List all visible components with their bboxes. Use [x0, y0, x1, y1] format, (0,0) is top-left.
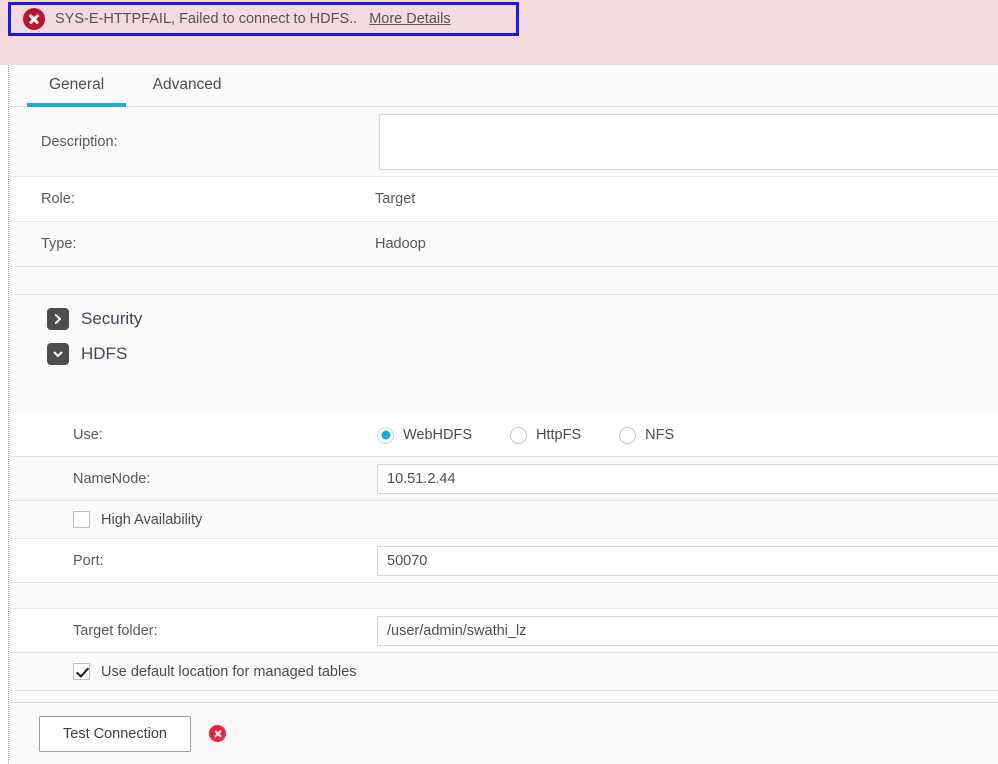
spacer-after-type [9, 267, 998, 295]
radio-dot-webhdfs[interactable] [377, 426, 394, 444]
description-input[interactable] [379, 114, 998, 170]
radio-label-httpfs: HttpFS [536, 427, 582, 443]
panel-footer: Test Connection [9, 702, 998, 764]
section-hdfs[interactable]: HDFS [9, 336, 998, 371]
namenode-input[interactable] [377, 464, 998, 494]
tab-advanced[interactable]: Advanced [131, 65, 244, 107]
properties-panel: General Advanced Description: Role: Targ… [8, 65, 998, 764]
spacer-after-hdfs-header [9, 371, 998, 413]
more-details-link[interactable]: More Details [369, 11, 450, 27]
connection-properties-screen: SYS-E-HTTPFAIL, Failed to connect to HDF… [0, 0, 998, 764]
row-type: Type: Hadoop [9, 222, 998, 267]
radio-nfs[interactable]: NFS [619, 426, 675, 444]
tab-bar: General Advanced [9, 65, 998, 107]
role-label: Role: [41, 191, 75, 207]
error-banner-message: SYS-E-HTTPFAIL, Failed to connect to HDF… [55, 11, 358, 27]
chevron-down-icon[interactable] [47, 342, 69, 365]
target-folder-label: Target folder: [73, 622, 158, 639]
test-connection-button[interactable]: Test Connection [39, 715, 191, 752]
section-security-label: Security [81, 308, 143, 328]
row-description: Description: [9, 107, 998, 177]
use-radio-group: WebHDFS HttpFS NFS [377, 413, 712, 457]
chevron-right-icon[interactable] [47, 307, 69, 330]
description-label: Description: [41, 133, 118, 150]
section-security[interactable]: Security [9, 301, 998, 336]
type-value: Hadoop [375, 236, 426, 252]
section-hdfs-label: HDFS [81, 343, 128, 363]
row-target-folder: Target folder: [9, 609, 998, 653]
row-port: Port: [9, 539, 998, 583]
error-banner: SYS-E-HTTPFAIL, Failed to connect to HDF… [8, 2, 519, 36]
role-value: Target [375, 191, 416, 207]
radio-dot-nfs[interactable] [619, 426, 637, 444]
tab-general[interactable]: General [27, 65, 127, 107]
radio-label-webhdfs: WebHDFS [403, 427, 473, 443]
row-role: Role: Target [9, 177, 998, 222]
radio-label-nfs: NFS [645, 427, 675, 443]
use-label: Use: [73, 426, 103, 443]
error-banner-strip: SYS-E-HTTPFAIL, Failed to connect to HDF… [0, 0, 998, 65]
spacer-after-port [9, 583, 998, 609]
high-availability-label: High Availability [101, 511, 203, 528]
target-folder-input[interactable] [377, 616, 998, 646]
use-default-location-label: Use default location for managed tables [101, 663, 357, 680]
port-input[interactable] [377, 546, 998, 576]
use-default-location-checkbox[interactable] [73, 663, 90, 680]
form-rows: Description: Role: Target Type: Hadoop S… [9, 107, 998, 750]
row-use-default-location: Use default location for managed tables [9, 653, 998, 691]
radio-webhdfs[interactable]: WebHDFS [377, 426, 473, 444]
row-high-availability: High Availability [9, 501, 998, 539]
radio-httpfs[interactable]: HttpFS [510, 426, 582, 444]
row-use: Use: WebHDFS HttpFS NFS [9, 413, 998, 457]
error-circle-icon [23, 8, 45, 30]
row-namenode: NameNode: [9, 457, 998, 501]
namenode-label: NameNode: [73, 470, 151, 487]
test-connection-status-error-icon [209, 725, 226, 742]
type-label: Type: [41, 236, 77, 252]
high-availability-checkbox[interactable] [73, 511, 90, 528]
radio-dot-httpfs[interactable] [510, 426, 528, 444]
port-label: Port: [73, 552, 104, 569]
